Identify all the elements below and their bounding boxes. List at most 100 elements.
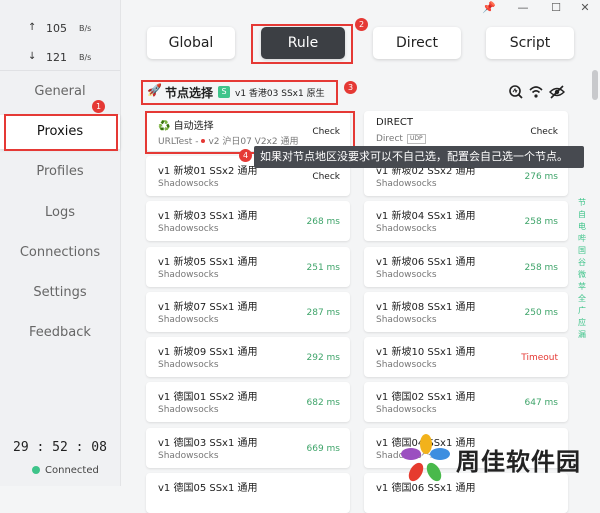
latency-value[interactable]: 258 ms bbox=[525, 263, 559, 273]
proxy-card[interactable]: v1 新坡07 SSx1 通用 Shadowsocks 287 ms bbox=[146, 292, 350, 332]
proxy-card[interactable]: v1 新坡03 SSx1 通用 Shadowsocks 268 ms bbox=[146, 201, 350, 241]
proxy-type: Direct UDP bbox=[376, 134, 426, 144]
pin-icon[interactable]: 📌 bbox=[478, 0, 500, 16]
status-dot-icon bbox=[201, 139, 206, 143]
proxy-name: v1 新坡05 SSx1 通用 bbox=[158, 257, 258, 268]
proxy-card[interactable]: v1 新坡08 SSx1 通用 Shadowsocks 250 ms bbox=[364, 292, 568, 332]
proxy-card[interactable]: v1 德国05 SSx1 通用 bbox=[146, 473, 350, 513]
sidebar-item-connections[interactable]: Connections bbox=[0, 236, 120, 270]
annotation-badge-2: 2 bbox=[355, 18, 368, 31]
mode-rule-button[interactable]: Rule bbox=[261, 27, 345, 59]
group-index-bar[interactable]: 节自电哔国谷微苹全广应漏 bbox=[577, 197, 587, 341]
latency-value[interactable]: 682 ms bbox=[307, 398, 341, 408]
proxy-card[interactable]: v1 新坡10 SSx1 通用 Shadowsocks Timeout bbox=[364, 337, 568, 377]
latency-check-button[interactable]: Check bbox=[530, 127, 558, 137]
proxy-card-auto-select[interactable]: ♻️ 自动选择 URLTest - v2 沪日07 V2x2 通用 Check bbox=[146, 111, 350, 151]
proxy-type: Shadowsocks bbox=[376, 405, 437, 415]
proxy-type: Shadowsocks bbox=[158, 360, 219, 370]
connection-status-label: Connected bbox=[45, 465, 99, 476]
sidebar-divider bbox=[0, 70, 120, 71]
annotation-badge-4: 4 bbox=[239, 149, 252, 162]
watermark-logo-icon bbox=[401, 434, 450, 482]
proxy-name: v1 新坡04 SSx1 通用 bbox=[376, 211, 476, 222]
proxy-type: Shadowsocks bbox=[158, 224, 219, 234]
wifi-icon[interactable] bbox=[528, 84, 544, 100]
proxy-card[interactable]: v1 德国03 SSx1 通用 Shadowsocks 669 ms bbox=[146, 428, 350, 468]
proxy-name: v1 德国02 SSx1 通用 bbox=[376, 392, 476, 403]
rocket-icon: 🚀 bbox=[147, 83, 162, 97]
proxy-type: Shadowsocks bbox=[376, 179, 437, 189]
proxy-type: Shadowsocks bbox=[158, 270, 219, 280]
scrollbar-thumb[interactable] bbox=[592, 70, 598, 100]
watermark-text: 周佳软件园 bbox=[456, 448, 581, 476]
sidebar-item-logs[interactable]: Logs bbox=[0, 196, 120, 230]
download-speed: ↓ 121 B/s bbox=[0, 51, 120, 71]
latency-value[interactable]: 251 ms bbox=[307, 263, 341, 273]
close-icon[interactable]: ✕ bbox=[574, 0, 596, 16]
annotation-badge-1: 1 bbox=[92, 100, 105, 113]
proxy-card[interactable]: v1 新坡09 SSx1 通用 Shadowsocks 292 ms bbox=[146, 337, 350, 377]
selected-proxy: v1 香港03 SSx1 原生 bbox=[235, 89, 325, 99]
proxy-name: v1 新坡08 SSx1 通用 bbox=[376, 302, 476, 313]
mode-script-button[interactable]: Script bbox=[486, 27, 574, 59]
proxy-name: v1 新坡09 SSx1 通用 bbox=[158, 347, 258, 358]
proxy-type: Shadowsocks bbox=[158, 405, 219, 415]
latency-value[interactable]: 276 ms bbox=[525, 172, 559, 182]
proxy-type: Shadowsocks bbox=[158, 179, 219, 189]
proxy-type: Shadowsocks bbox=[158, 315, 219, 325]
latency-value[interactable]: 268 ms bbox=[307, 217, 341, 227]
latency-value[interactable]: 250 ms bbox=[525, 308, 559, 318]
proxy-group-header[interactable]: 🚀 节点选择 S v1 香港03 SSx1 原生 bbox=[145, 82, 355, 102]
upload-arrow-icon: ↑ bbox=[28, 22, 37, 33]
udp-badge: UDP bbox=[406, 134, 426, 144]
latency-value[interactable]: 292 ms bbox=[307, 353, 341, 363]
proxy-type: Shadowsocks bbox=[376, 360, 437, 370]
connection-status: Connected bbox=[32, 465, 99, 476]
proxy-group-name: 节点选择 bbox=[165, 86, 214, 100]
sidebar-item-proxies[interactable]: Proxies bbox=[0, 115, 120, 149]
latency-value[interactable]: 669 ms bbox=[307, 444, 341, 454]
status-dot-icon bbox=[32, 466, 40, 474]
proxy-name: v1 新坡10 SSx1 通用 bbox=[376, 347, 476, 358]
sidebar-item-profiles[interactable]: Profiles bbox=[0, 155, 120, 189]
latency-value[interactable]: 258 ms bbox=[525, 217, 559, 227]
proxy-name: v1 德国03 SSx1 通用 bbox=[158, 438, 258, 449]
proxy-name: v1 新坡07 SSx1 通用 bbox=[158, 302, 258, 313]
proxy-name: v1 德国01 SSx2 通用 bbox=[158, 392, 258, 403]
proxy-type: Shadowsocks bbox=[376, 270, 437, 280]
latency-value[interactable]: 647 ms bbox=[525, 398, 559, 408]
latency-check-button[interactable]: Check bbox=[312, 172, 340, 182]
proxy-name: v1 新坡01 SSx2 通用 bbox=[158, 166, 258, 177]
maximize-icon[interactable]: ☐ bbox=[545, 0, 567, 16]
mode-global-button[interactable]: Global bbox=[147, 27, 235, 59]
latency-test-icon[interactable] bbox=[508, 84, 524, 100]
proxy-card[interactable]: v1 新坡06 SSx1 通用 Shadowsocks 258 ms bbox=[364, 247, 568, 287]
watermark: 周佳软件园 bbox=[398, 430, 598, 486]
annotation-tooltip: 如果对节点地区没要求可以不自己选，配置会自己选一个节点。 bbox=[254, 146, 584, 168]
download-value: 121 bbox=[46, 51, 67, 64]
upload-value: 105 bbox=[46, 22, 67, 35]
proxy-type: Shadowsocks bbox=[376, 315, 437, 325]
latency-value[interactable]: 287 ms bbox=[307, 308, 341, 318]
download-arrow-icon: ↓ bbox=[28, 51, 37, 62]
proxy-card-direct[interactable]: DIRECT Direct UDP Check bbox=[364, 111, 568, 151]
proxy-card[interactable]: v1 德国02 SSx1 通用 Shadowsocks 647 ms bbox=[364, 382, 568, 422]
group-type-tag: S bbox=[218, 86, 230, 98]
annotation-badge-3: 3 bbox=[344, 81, 357, 94]
proxy-name: ♻️ 自动选择 bbox=[158, 121, 214, 132]
latency-check-button[interactable]: Check bbox=[312, 127, 340, 137]
proxy-card[interactable]: v1 新坡04 SSx1 通用 Shadowsocks 258 ms bbox=[364, 201, 568, 241]
minimize-icon[interactable]: — bbox=[512, 0, 534, 16]
proxy-card[interactable]: v1 德国01 SSx2 通用 Shadowsocks 682 ms bbox=[146, 382, 350, 422]
latency-timeout[interactable]: Timeout bbox=[521, 353, 558, 363]
sidebar-item-feedback[interactable]: Feedback bbox=[0, 316, 120, 350]
proxy-name: v1 新坡06 SSx1 通用 bbox=[376, 257, 476, 268]
proxy-type: Shadowsocks bbox=[376, 224, 437, 234]
proxy-name: v1 德国05 SSx1 通用 bbox=[158, 483, 258, 494]
proxy-card[interactable]: v1 新坡05 SSx1 通用 Shadowsocks 251 ms bbox=[146, 247, 350, 287]
mode-direct-button[interactable]: Direct bbox=[373, 27, 461, 59]
hide-eye-icon[interactable] bbox=[549, 84, 565, 100]
sidebar: ↑ 105 B/s ↓ 121 B/s General Proxies Prof… bbox=[0, 0, 121, 486]
upload-unit: B/s bbox=[79, 24, 92, 33]
sidebar-item-settings[interactable]: Settings bbox=[0, 276, 120, 310]
